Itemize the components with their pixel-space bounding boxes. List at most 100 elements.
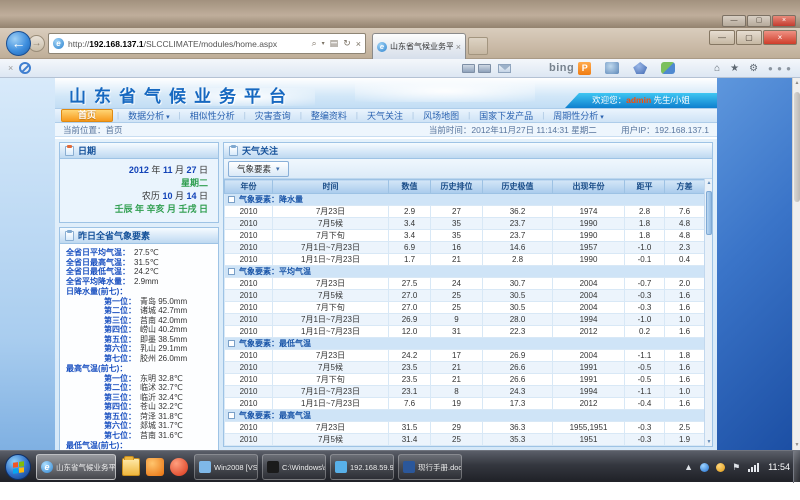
table-cell: 4.8 (665, 218, 705, 230)
table-row[interactable]: 20107月下旬27.02530.52004-0.31.6 (225, 302, 705, 314)
chevron-down-icon[interactable]: ▾ (322, 40, 325, 47)
nav-item-2[interactable]: 数据分析▾ (119, 109, 179, 122)
minimize-button[interactable]: — (709, 30, 735, 45)
folder-icon[interactable] (122, 458, 140, 476)
more-dots-icon[interactable]: ● ● ● (768, 64, 792, 73)
favorites-addon-icon[interactable] (633, 62, 647, 74)
table-row[interactable]: 20107月23日2.92736.219742.87.6 (225, 206, 705, 218)
taskbar-window-button[interactable]: Win2008 [VS2... (194, 454, 258, 480)
browser-tab[interactable]: e 山东省气候业务平... × (372, 33, 466, 59)
home-icon[interactable]: ⌂ (714, 63, 720, 74)
table-cell: 2010 (225, 278, 273, 290)
page-content: 山东省气候业务平台 欢迎您：admin 先生/小姐 首页|数据分析▾|相似性分析… (55, 78, 717, 450)
table-row[interactable]: 20107月下旬31.42535.31951-0.31.9 (225, 446, 705, 447)
tray-app-icon[interactable] (700, 463, 709, 472)
group-row[interactable]: 气象要素：降水量 (225, 194, 705, 206)
tray-app-icon[interactable] (716, 463, 725, 472)
table-row[interactable]: 20101月1日~7月23日1.7212.81990-0.10.4 (225, 254, 705, 266)
maximize-icon[interactable]: ▢ (747, 15, 771, 27)
nav-item-8[interactable]: 国家下发产品 (470, 109, 542, 122)
table-row[interactable]: 20107月1日~7月23日6.91614.61957-1.02.3 (225, 242, 705, 254)
nav-item-3[interactable]: 相似性分析 (181, 109, 244, 122)
checkbox[interactable] (228, 340, 235, 347)
close-button[interactable]: × (763, 30, 797, 45)
table-row[interactable]: 20107月下旬23.52126.61991-0.51.6 (225, 374, 705, 386)
messenger-icon[interactable] (605, 62, 619, 74)
table-row[interactable]: 20107月5候27.02530.52004-0.31.6 (225, 290, 705, 302)
table-cell: 1.6 (665, 362, 705, 374)
network-icon[interactable] (747, 463, 759, 472)
nav-item-6[interactable]: 天气关注 (358, 109, 412, 122)
table-row[interactable]: 20107月23日24.21726.92004-1.11.8 (225, 350, 705, 362)
new-tab-button[interactable] (468, 37, 488, 55)
scroll-down-icon[interactable]: ▼ (793, 442, 800, 448)
nav-item-7[interactable]: 风场地图 (414, 109, 468, 122)
bing-logo[interactable]: bing P (549, 62, 591, 75)
nav-item-4[interactable]: 灾害查询 (246, 109, 300, 122)
card-icon[interactable] (462, 64, 475, 73)
hidden-icons-button[interactable]: ▲ (684, 462, 693, 472)
search-icon[interactable]: ⌕ (312, 38, 317, 49)
nav-item-5[interactable]: 整编资料 (302, 109, 356, 122)
table-scrollbar[interactable]: ▲ ▼ (704, 179, 712, 446)
card-icon[interactable] (478, 64, 491, 73)
media-player-icon[interactable] (170, 458, 188, 476)
start-button[interactable] (5, 454, 31, 480)
star-icon[interactable]: ★ (730, 63, 739, 74)
show-desktop-button[interactable] (793, 451, 800, 483)
stat-row: 全省日最低气温：24.2℃ (66, 267, 212, 277)
table-row[interactable]: 20107月5候3.43523.719901.84.8 (225, 218, 705, 230)
table-cell: 2004 (553, 278, 625, 290)
taskbar-window-button[interactable]: 192.168.59.99... (330, 454, 394, 480)
app-icon-orange[interactable] (146, 458, 164, 476)
taskbar-window-button[interactable]: 现行手册.docx ... (398, 454, 462, 480)
group-row[interactable]: 气象要素：平均气温 (225, 266, 705, 278)
checkbox[interactable] (228, 196, 235, 203)
close-icon[interactable]: × (772, 15, 796, 27)
maximize-button[interactable]: ▢ (736, 30, 762, 45)
table-row[interactable]: 20107月23日27.52430.72004-0.72.0 (225, 278, 705, 290)
table-row[interactable]: 20107月5候31.42535.31951-0.31.9 (225, 434, 705, 446)
table-row[interactable]: 20107月1日~7月23日23.1824.31994-1.11.0 (225, 386, 705, 398)
back-button[interactable]: ← (6, 31, 31, 56)
address-bar[interactable]: e http://192.168.137.1/SLCCLIMATE/module… (48, 33, 366, 54)
taskbar-window-button[interactable]: C:\Windows\s... (262, 454, 326, 480)
mail-icon[interactable] (498, 64, 511, 73)
compatibility-icon[interactable]: ▤ (330, 38, 339, 49)
scrollbar-thumb[interactable] (794, 92, 800, 202)
tab-close-icon[interactable]: × (456, 42, 461, 52)
refresh-icon[interactable]: ↻ (343, 38, 351, 49)
table-row[interactable]: 20107月下旬3.43523.719901.84.8 (225, 230, 705, 242)
table-row[interactable]: 20107月5候23.52126.61991-0.51.6 (225, 362, 705, 374)
table-cell: 1951 (553, 434, 625, 446)
toolbar-close-icon[interactable]: × (8, 63, 13, 73)
checkbox[interactable] (228, 412, 235, 419)
element-filter-button[interactable]: 气象要素 ▾ (228, 161, 289, 177)
minimize-icon[interactable]: — (722, 15, 746, 27)
scroll-down-icon[interactable]: ▼ (705, 439, 712, 445)
table-row[interactable]: 20101月1日~7月23日12.03122.320120.21.6 (225, 326, 705, 338)
group-row[interactable]: 气象要素：最低气温 (225, 338, 705, 350)
taskbar-active-window[interactable]: e 山东省气候业务平... (36, 454, 116, 480)
stop-icon[interactable]: × (356, 39, 361, 49)
nav-item-9[interactable]: 周期性分析▾ (544, 109, 613, 122)
gear-icon[interactable]: ⚙ (749, 63, 758, 74)
table-cell: -1.1 (625, 350, 665, 362)
browser-scrollbar[interactable]: ▲ ▼ (792, 78, 800, 450)
action-center-flag-icon[interactable]: ⚑ (732, 462, 740, 473)
table-row[interactable]: 20107月1日~7月23日26.9928.01994-1.01.0 (225, 314, 705, 326)
table-scrollbar-thumb[interactable] (706, 191, 712, 235)
checkbox[interactable] (228, 268, 235, 275)
table-row[interactable]: 20101月1日~7月23日7.61917.32012-0.41.6 (225, 398, 705, 410)
chevron-down-icon: ▾ (600, 114, 604, 121)
column-header: 数值 (389, 180, 431, 194)
table-row[interactable]: 20107月23日31.52936.31955,1951-0.32.5 (225, 422, 705, 434)
group-row[interactable]: 气象要素：最高气温 (225, 410, 705, 422)
nav-item-1[interactable]: 首页 (61, 109, 113, 122)
scroll-up-icon[interactable]: ▲ (705, 180, 712, 186)
people-icon[interactable] (661, 62, 675, 74)
column-header: 出现年份 (553, 180, 625, 194)
bing-button[interactable]: P (578, 62, 591, 75)
clock[interactable]: 11:54 (768, 462, 790, 472)
scroll-up-icon[interactable]: ▲ (793, 80, 800, 86)
